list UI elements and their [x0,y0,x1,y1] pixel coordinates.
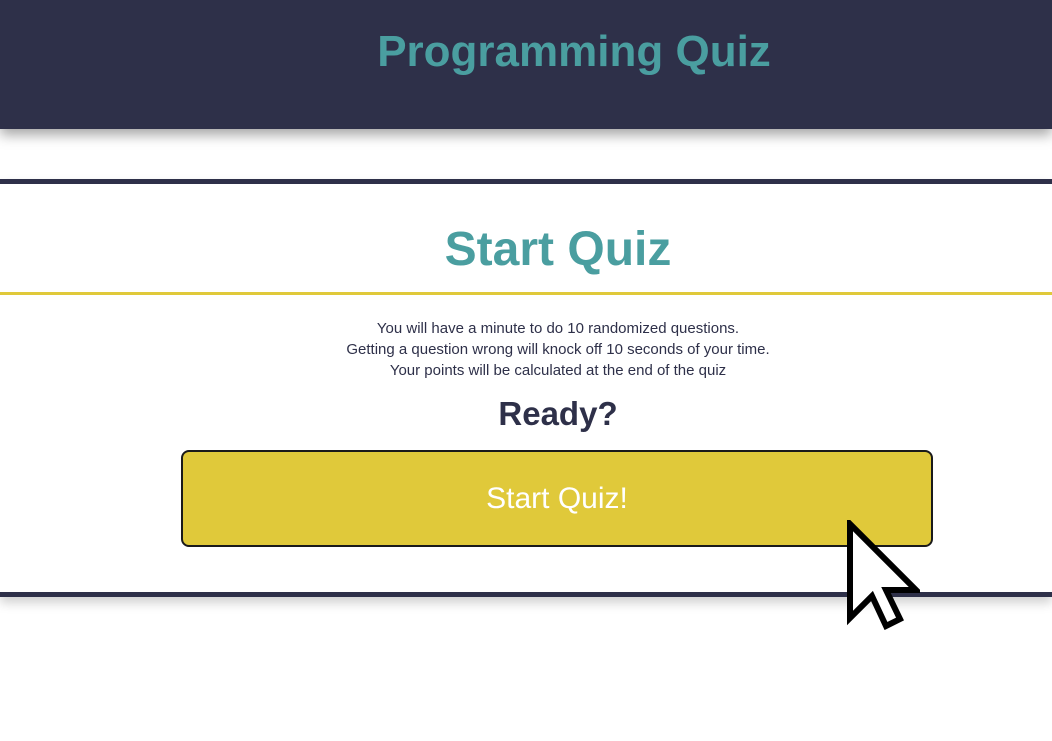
instruction-line: Your points will be calculated at the en… [389,362,727,379]
ready-prompt: Ready? [498,395,618,432]
mouse-pointer-icon [847,520,920,630]
card-title: Start Quiz [444,223,672,276]
title-divider [0,292,1052,295]
instruction-line: You will have a minute to do 10 randomiz… [376,320,740,337]
instruction-line: Getting a question wrong will knock off … [346,341,770,358]
page-header: Programming Quiz [0,0,1052,129]
quiz-instructions: You will have a minute to do 10 randomiz… [0,318,1052,381]
app-title: Programming Quiz [377,27,771,76]
start-quiz-button[interactable]: Start Quiz! [181,450,933,547]
